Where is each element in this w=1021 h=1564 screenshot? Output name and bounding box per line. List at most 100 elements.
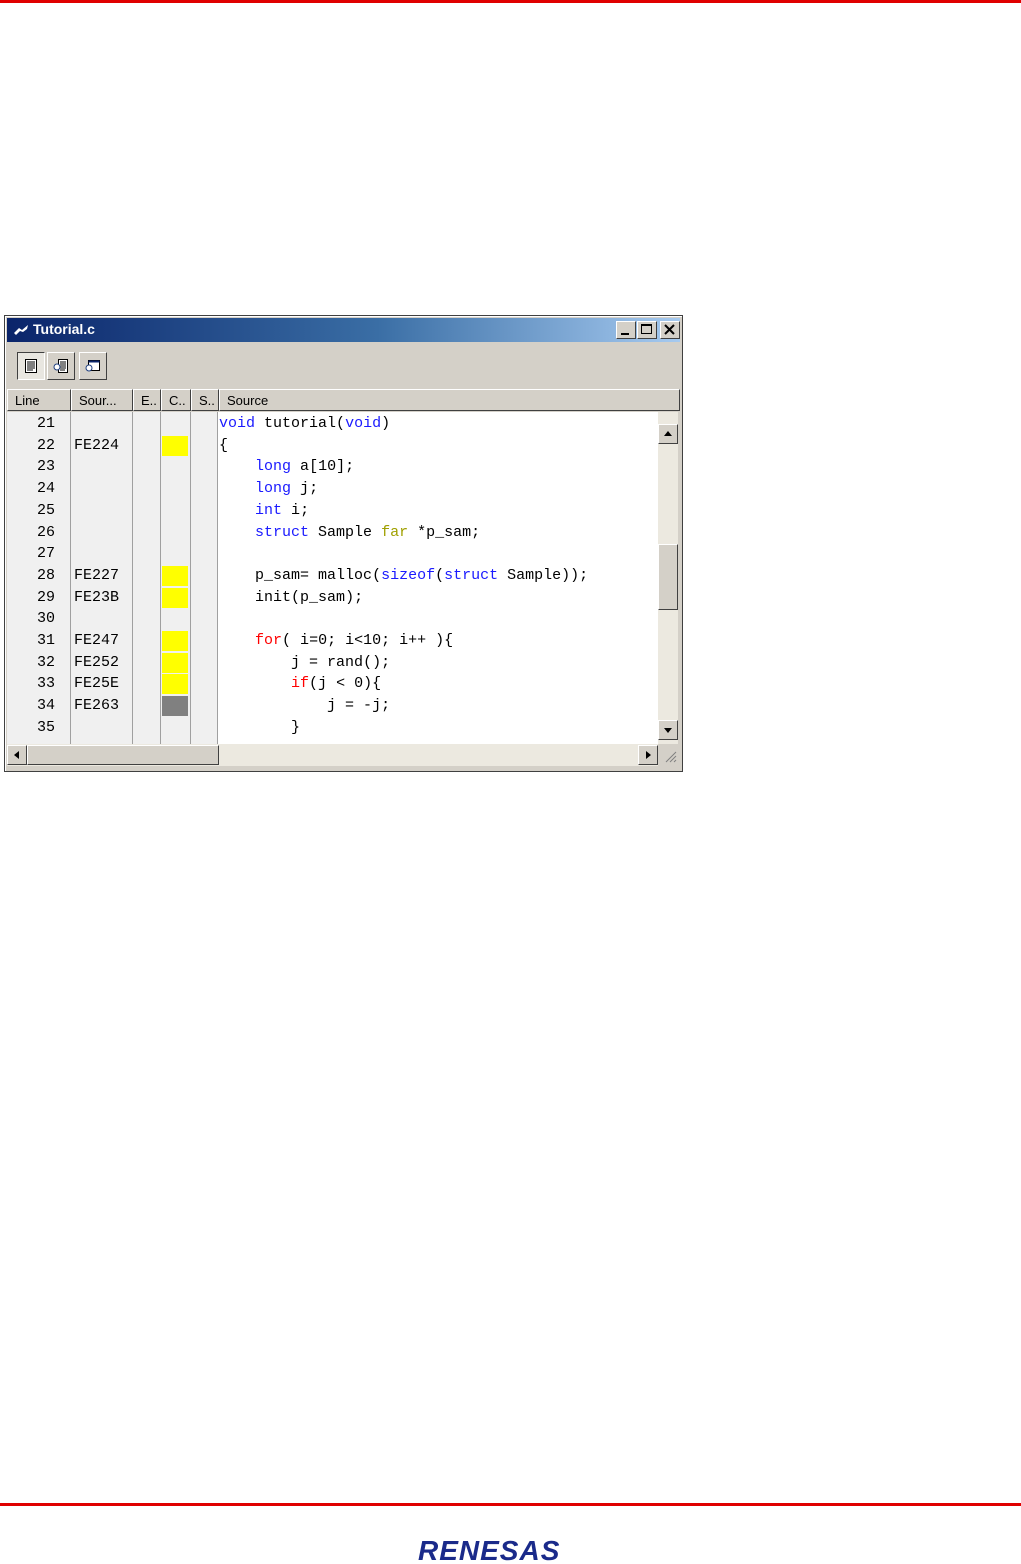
bottom-rule bbox=[0, 1503, 1021, 1506]
scroll-right-button[interactable] bbox=[638, 745, 658, 765]
header-coverage[interactable]: C.. bbox=[161, 389, 191, 411]
header-event[interactable]: E.. bbox=[133, 389, 161, 411]
source-code: j = rand(); bbox=[291, 653, 391, 671]
scroll-up-button[interactable] bbox=[658, 424, 678, 444]
source-code: } bbox=[219, 718, 301, 736]
source-file-icon bbox=[14, 325, 28, 335]
line-number: 24 bbox=[36, 480, 55, 498]
line-number: 30 bbox=[36, 610, 55, 628]
source-row[interactable]: 29 FE23B init(p_sam); bbox=[7, 587, 658, 609]
line-number: 28 bbox=[36, 566, 55, 584]
coverage-marker bbox=[162, 696, 188, 717]
top-rule bbox=[0, 0, 1021, 3]
source-code: for( i=0; i<10; i++ ){ bbox=[255, 632, 454, 649]
minimize-button[interactable] bbox=[616, 321, 636, 339]
source-row[interactable]: 22 FE224 { bbox=[7, 435, 658, 457]
coverage-marker bbox=[162, 565, 188, 586]
renesas-logo: RENESAS bbox=[418, 1535, 560, 1564]
source-row[interactable]: 21 void tutorial(void) bbox=[7, 413, 658, 435]
minimize-icon bbox=[621, 333, 629, 335]
column-header: Line Sour... E.. C.. S.. Source bbox=[7, 389, 680, 411]
source-row[interactable]: 23 long a[10]; bbox=[7, 456, 658, 478]
line-number: 22 bbox=[36, 436, 55, 454]
source-code: p_sam= malloc(sizeof(struct Sample)); bbox=[255, 566, 589, 584]
line-number: 23 bbox=[36, 458, 55, 476]
close-button[interactable] bbox=[660, 321, 680, 339]
source-row[interactable]: 33 FE25E if(j < 0){ bbox=[7, 673, 658, 695]
source-address: FE247 bbox=[74, 632, 120, 649]
source-code: long a[10]; bbox=[255, 458, 355, 476]
source-row[interactable]: 31 FE247 for( i=0; i<10; i++ ){ bbox=[7, 630, 658, 652]
line-number: 34 bbox=[36, 697, 55, 715]
source-code: init(p_sam); bbox=[255, 588, 364, 606]
source-row[interactable]: 35 } bbox=[7, 717, 658, 739]
source-row[interactable]: 26 struct Sample far *p_sam; bbox=[7, 522, 658, 544]
arrow-right-icon bbox=[646, 751, 651, 759]
source-code: j = -j; bbox=[327, 697, 391, 715]
source-address: FE263 bbox=[74, 697, 120, 715]
scroll-left-button[interactable] bbox=[7, 745, 27, 765]
resize-grip[interactable] bbox=[658, 744, 678, 766]
maximize-button[interactable] bbox=[637, 321, 657, 339]
title-bar[interactable]: Tutorial.c bbox=[7, 318, 680, 342]
source-row[interactable]: 28 FE227 p_sam= malloc(sizeof(struct Samp… bbox=[7, 565, 658, 587]
disassembly-mode-button[interactable] bbox=[79, 352, 107, 380]
line-number: 27 bbox=[36, 545, 55, 563]
resize-grip-icon bbox=[665, 751, 677, 763]
disassembly-mode-icon bbox=[85, 360, 100, 372]
source-code: struct Sample far *p_sam; bbox=[255, 523, 481, 541]
close-icon bbox=[664, 324, 675, 335]
source-grid[interactable]: 21 void tutorial(void) 22 FE224 {23 long a[1… bbox=[7, 412, 658, 744]
line-number: 32 bbox=[36, 653, 55, 671]
source-row[interactable]: 24 long j; bbox=[7, 478, 658, 500]
horizontal-scroll-thumb[interactable] bbox=[27, 745, 219, 765]
source-mode-icon bbox=[25, 359, 37, 373]
source-address: FE224 bbox=[74, 436, 120, 454]
coverage-marker bbox=[162, 435, 188, 456]
source-row[interactable]: 27 bbox=[7, 543, 658, 565]
maximize-icon bbox=[641, 324, 652, 334]
toolbar bbox=[7, 344, 680, 388]
source-row[interactable]: 30 bbox=[7, 608, 658, 630]
source-code: long j; bbox=[255, 480, 319, 498]
coverage-marker bbox=[162, 674, 188, 695]
window-title: Tutorial.c bbox=[33, 321, 95, 337]
header-source[interactable]: Source bbox=[219, 389, 680, 411]
vertical-scrollbar[interactable] bbox=[658, 412, 678, 744]
arrow-up-icon bbox=[664, 431, 672, 436]
header-line[interactable]: Line bbox=[7, 389, 71, 411]
vertical-scroll-thumb[interactable] bbox=[658, 544, 678, 610]
horizontal-scrollbar[interactable] bbox=[7, 744, 658, 766]
source-code: void tutorial(void) bbox=[219, 415, 391, 432]
source-row[interactable]: 32 FE252 j = rand(); bbox=[7, 652, 658, 674]
line-number: 26 bbox=[36, 523, 55, 541]
line-number: 31 bbox=[36, 632, 55, 649]
source-address: FE25E bbox=[74, 675, 120, 693]
source-address: FE23B bbox=[74, 588, 120, 606]
source-row[interactable]: 34 FE263 j = -j; bbox=[7, 695, 658, 717]
scroll-down-button[interactable] bbox=[658, 720, 678, 740]
coverage-marker bbox=[162, 631, 188, 651]
source-address: FE227 bbox=[74, 566, 120, 584]
arrow-down-icon bbox=[664, 728, 672, 733]
line-number: 21 bbox=[36, 415, 55, 432]
line-number: 25 bbox=[36, 501, 55, 519]
coverage-marker bbox=[162, 587, 188, 608]
mixed-mode-button[interactable] bbox=[47, 352, 75, 380]
svg-text:RENESAS: RENESAS bbox=[418, 1535, 560, 1564]
source-window: Tutorial.c Line Sour... E.. C.. S.. Sour… bbox=[4, 315, 683, 772]
coverage-marker bbox=[162, 652, 188, 673]
source-mode-button[interactable] bbox=[17, 352, 45, 380]
source-address: FE252 bbox=[74, 653, 120, 671]
source-code: { bbox=[219, 436, 229, 454]
source-row[interactable]: 25 int i; bbox=[7, 500, 658, 522]
source-code: if(j < 0){ bbox=[291, 675, 382, 693]
header-s[interactable]: S.. bbox=[191, 389, 219, 411]
arrow-left-icon bbox=[14, 751, 19, 759]
line-number: 35 bbox=[36, 718, 55, 736]
mixed-mode-icon bbox=[53, 359, 68, 373]
source-code: int i; bbox=[255, 501, 310, 519]
line-number: 29 bbox=[36, 588, 55, 606]
header-address[interactable]: Sour... bbox=[71, 389, 133, 411]
line-number: 33 bbox=[36, 675, 55, 693]
